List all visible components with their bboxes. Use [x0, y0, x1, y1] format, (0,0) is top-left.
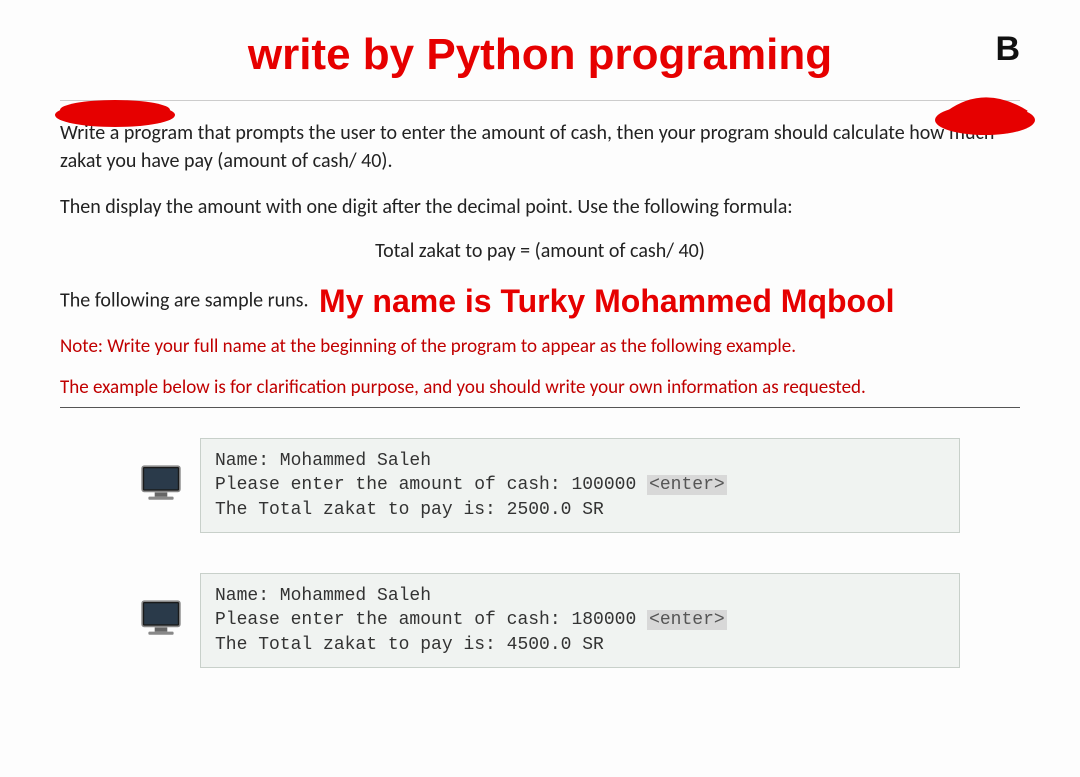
code-line: Please enter the amount of cash: 180000 …	[215, 608, 945, 632]
code-line: Name: Mohammed Saleh	[215, 449, 945, 473]
red-scribble-right-icon	[930, 70, 1050, 155]
code-line: Please enter the amount of cash: 100000 …	[215, 473, 945, 497]
code-line: The Total zakat to pay is: 4500.0 SR	[215, 633, 945, 657]
code-line: The Total zakat to pay is: 2500.0 SR	[215, 498, 945, 522]
sample-run-2: Name: Mohammed Saleh Please enter the am…	[140, 573, 1020, 668]
code-output-2: Name: Mohammed Saleh Please enter the am…	[200, 573, 960, 668]
enter-key-hint: <enter>	[647, 610, 727, 630]
enter-key-hint: <enter>	[647, 475, 727, 495]
header: write by Python programing B	[60, 30, 1020, 101]
formula-text: Total zakat to pay = (amount of cash/ 40…	[60, 239, 1020, 263]
monitor-icon	[140, 464, 182, 507]
note-line-2: The example below is for clarification p…	[60, 375, 1020, 402]
sample-intro: The following are sample runs.	[60, 288, 309, 312]
corner-label: B	[995, 30, 1020, 69]
main-title: write by Python programing	[100, 30, 980, 80]
note-line-1: Note: Write your full name at the beginn…	[60, 334, 1020, 361]
red-scribble-left-icon	[50, 90, 200, 145]
divider	[60, 407, 1020, 408]
monitor-icon	[140, 599, 182, 642]
document-page: write by Python programing B Write a pro…	[0, 0, 1080, 748]
sample-runs-line: The following are sample runs. My name i…	[60, 283, 1020, 320]
code-line: Name: Mohammed Saleh	[215, 584, 945, 608]
student-name: My name is Turky Mohammed Mqbool	[319, 283, 894, 319]
code-output-1: Name: Mohammed Saleh Please enter the am…	[200, 438, 960, 533]
paragraph-1: Write a program that prompts the user to…	[60, 119, 1020, 175]
paragraph-2: Then display the amount with one digit a…	[60, 193, 1020, 221]
sample-run-1: Name: Mohammed Saleh Please enter the am…	[140, 438, 1020, 533]
